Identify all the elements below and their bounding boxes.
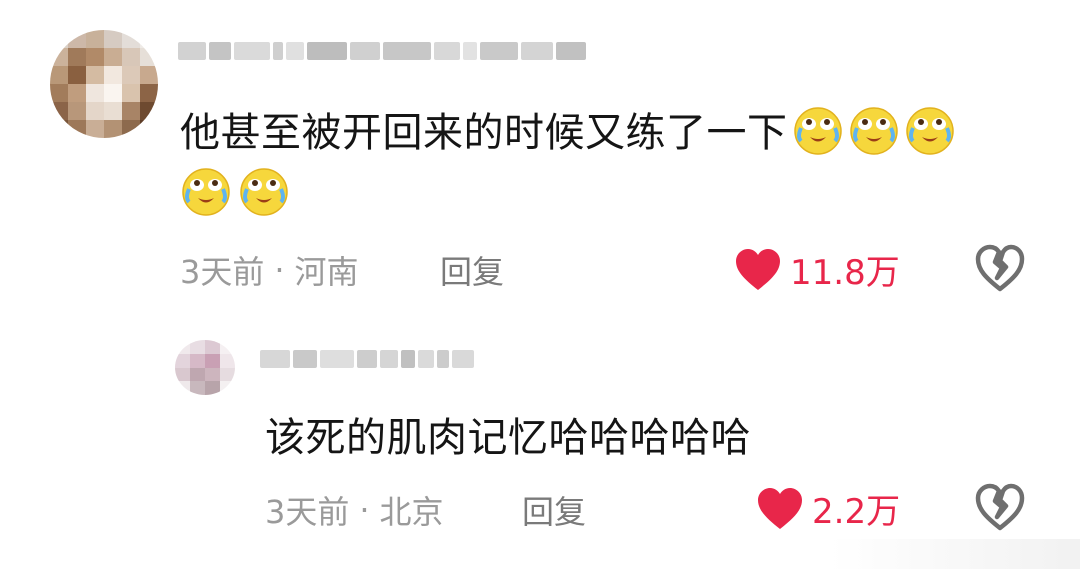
separator: · — [359, 491, 370, 529]
comment-body: 他甚至被开回来的时候又练了一下 — [180, 110, 788, 156]
heart-icon — [758, 487, 802, 529]
comment-text: 他甚至被开回来的时候又练了一下 — [180, 104, 1060, 159]
cry-laugh-emoji — [793, 107, 842, 155]
heart-icon — [736, 248, 780, 290]
avatar[interactable] — [50, 30, 158, 138]
watermark — [830, 539, 1080, 569]
reply-time: 3天前 — [265, 493, 350, 531]
reply-reply-button[interactable]: 回复 — [522, 487, 586, 533]
broken-heart-icon[interactable] — [975, 483, 1025, 531]
reply-meta: 3天前 · 北京 — [265, 487, 444, 533]
cry-laugh-emoji — [849, 107, 898, 155]
like-count: 11.8万 — [790, 253, 900, 293]
reply-text: 该死的肌肉记忆哈哈哈哈哈 — [265, 415, 751, 461]
reply-like-button[interactable]: 2.2万 — [756, 484, 900, 533]
cry-laugh-emoji — [182, 168, 230, 216]
comment-thread: 他甚至被开回来的时候又练了一下 3天前 · 河南 回复 11.8万 该死的肌肉记… — [0, 0, 1080, 569]
cry-laugh-emoji — [905, 107, 954, 155]
reply-button[interactable]: 回复 — [440, 247, 504, 293]
comment-time: 3天前 — [180, 253, 265, 291]
username[interactable] — [178, 42, 586, 60]
reply-username[interactable] — [260, 350, 474, 368]
comment-location: 河南 — [294, 253, 359, 291]
reply-like-count: 2.2万 — [812, 492, 901, 532]
like-button[interactable]: 11.8万 — [734, 245, 900, 294]
comment-meta: 3天前 · 河南 — [180, 247, 359, 293]
reply-avatar[interactable] — [175, 340, 235, 395]
separator: · — [274, 251, 285, 289]
emoji-row — [180, 165, 296, 217]
reply-location: 北京 — [379, 493, 444, 531]
broken-heart-icon[interactable] — [975, 244, 1025, 292]
cry-laugh-emoji — [240, 168, 288, 216]
